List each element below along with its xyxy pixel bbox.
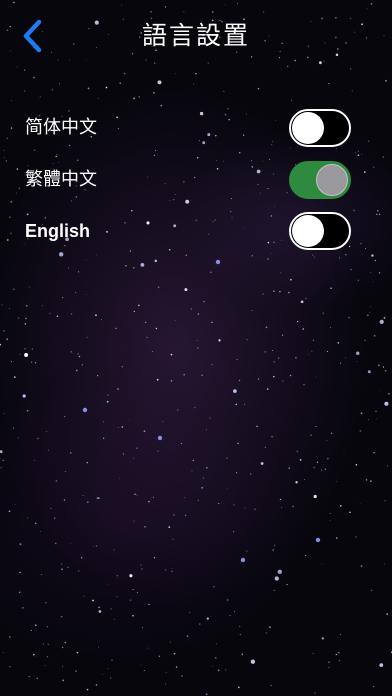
- simplified-chinese-toggle[interactable]: [289, 109, 351, 147]
- language-row-english[interactable]: English: [0, 209, 392, 253]
- language-label: 繁體中文: [25, 169, 97, 190]
- page-title: 語言設置: [141, 21, 250, 50]
- toggle-knob: [292, 215, 324, 247]
- language-row-traditional-chinese[interactable]: 繁體中文: [0, 158, 392, 202]
- toggle-knob: [292, 112, 324, 144]
- language-row-simplified-chinese[interactable]: 简体中文: [0, 106, 392, 150]
- language-label: 简体中文: [25, 117, 97, 138]
- navigation-bar: 語言設置: [0, 0, 392, 72]
- english-toggle[interactable]: [289, 212, 351, 250]
- language-label: English: [25, 221, 91, 241]
- toggle-knob: [316, 164, 348, 196]
- traditional-chinese-toggle[interactable]: [289, 161, 351, 199]
- starfield-background: [0, 0, 392, 696]
- stars-layer: [0, 1, 392, 696]
